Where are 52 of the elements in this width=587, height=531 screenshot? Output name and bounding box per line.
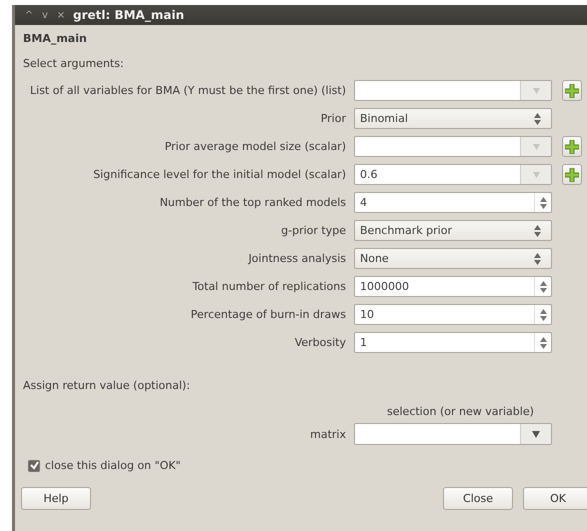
add-button[interactable] xyxy=(562,136,582,157)
section-label: Select arguments: xyxy=(22,56,125,72)
spin-field[interactable]: 1000000 xyxy=(354,276,552,297)
window-control[interactable]: ^ xyxy=(21,10,37,20)
window-control[interactable]: v xyxy=(37,10,53,20)
checkbox-label: close this dialog on "OK" xyxy=(45,459,181,472)
select-field[interactable]: Benchmark prior xyxy=(354,220,552,241)
dialog-heading: BMA_main xyxy=(22,31,88,47)
up-down-icon xyxy=(540,308,546,320)
field-label: Verbosity xyxy=(294,336,346,349)
plus-icon xyxy=(565,168,579,182)
checkbox[interactable] xyxy=(28,460,40,472)
spin-field[interactable]: 1 xyxy=(354,332,552,353)
spin-field[interactable]: 4 xyxy=(354,192,552,213)
plus-icon xyxy=(565,140,579,154)
dialog-button[interactable]: Close xyxy=(443,487,513,510)
plus-icon xyxy=(565,84,579,98)
field-label: List of all variables for BMA (Y must be the first one) (list) xyxy=(29,84,346,97)
up-down-icon xyxy=(540,196,546,208)
up-down-icon xyxy=(540,280,546,292)
dropdown-icon xyxy=(532,88,540,94)
combo-field[interactable] xyxy=(354,423,552,445)
up-down-icon xyxy=(534,224,541,236)
window-control[interactable]: × xyxy=(53,10,69,20)
add-button[interactable] xyxy=(562,80,582,101)
help-button[interactable]: Help xyxy=(21,487,91,510)
field-label: Significance level for the initial model (scalar) xyxy=(92,168,346,181)
column-heading: selection (or new variable) xyxy=(386,404,535,420)
field-label: Jointness analysis xyxy=(247,252,346,265)
field-label: Number of the top ranked models xyxy=(158,196,346,209)
dialog-button[interactable]: OK xyxy=(523,487,587,510)
spin-field[interactable]: 10 xyxy=(354,304,552,325)
combo-field[interactable] xyxy=(354,136,552,157)
combo-field[interactable]: 0.6 xyxy=(354,164,552,185)
dropdown-icon xyxy=(532,430,540,438)
select-field[interactable]: None xyxy=(354,248,552,269)
field-label: Prior average model size (scalar) xyxy=(164,140,346,153)
section-label: Assign return value (optional): xyxy=(22,378,192,394)
dropdown-icon xyxy=(532,144,540,150)
combo-field[interactable] xyxy=(354,80,552,101)
up-down-icon xyxy=(534,112,541,124)
select-field[interactable]: Binomial xyxy=(354,108,552,129)
field-label: g-prior type xyxy=(280,224,346,237)
field-label: Total number of replications xyxy=(192,280,346,293)
add-button[interactable] xyxy=(562,164,582,185)
field-label: Percentage of burn-in draws xyxy=(190,308,346,321)
window-title: gretl: BMA_main xyxy=(73,8,184,22)
dropdown-icon xyxy=(532,172,540,178)
up-down-icon xyxy=(534,252,541,264)
field-label: Prior xyxy=(320,112,346,125)
up-down-icon xyxy=(540,336,546,348)
field-label: matrix xyxy=(309,428,346,440)
